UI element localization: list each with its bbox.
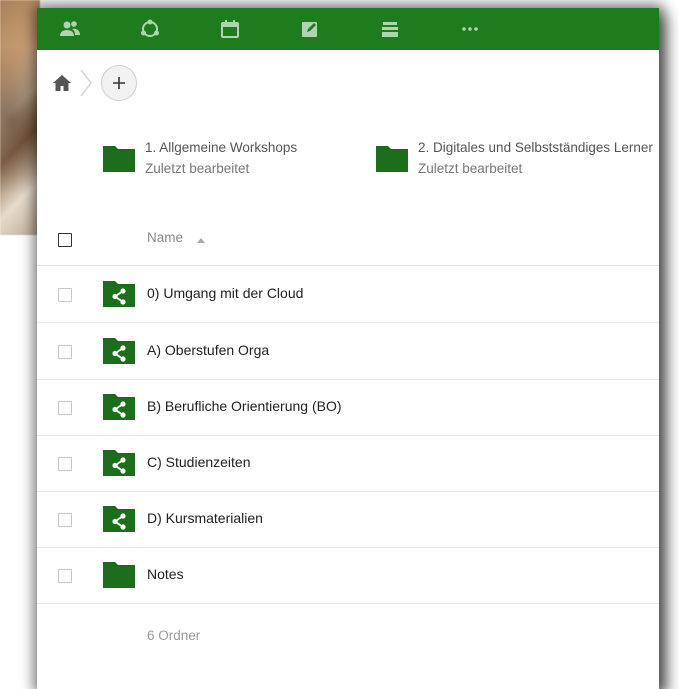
add-new-button[interactable]	[101, 65, 137, 101]
row-checkbox[interactable]	[58, 569, 72, 583]
files-app-window: 1. Allgemeine Workshops Zuletzt bearbeit…	[37, 8, 659, 689]
file-name[interactable]: B) Berufliche Orientierung (BO)	[147, 398, 342, 414]
calendar-icon[interactable]	[219, 18, 241, 40]
deck-icon[interactable]	[379, 18, 401, 40]
background-photo	[0, 0, 40, 235]
breadcrumb	[37, 50, 659, 116]
shared-folder-icon	[103, 394, 135, 420]
file-row[interactable]: A) Oberstufen Orga	[37, 323, 659, 380]
recent-folder-item[interactable]: 1. Allgemeine Workshops Zuletzt bearbeit…	[103, 138, 403, 188]
recent-folder-title: 2. Digitales und Selbstständiges Lerner	[418, 140, 653, 155]
plus-icon	[113, 77, 125, 89]
recent-folders: 1. Allgemeine Workshops Zuletzt bearbeit…	[37, 138, 659, 198]
shared-folder-icon	[103, 281, 135, 307]
file-name[interactable]: D) Kursmaterialien	[147, 510, 263, 526]
file-row[interactable]: 0) Umgang mit der Cloud	[37, 266, 659, 323]
home-icon[interactable]	[53, 74, 71, 92]
select-all-checkbox[interactable]	[58, 233, 72, 247]
file-row[interactable]: B) Berufliche Orientierung (BO)	[37, 379, 659, 436]
more-apps-icon[interactable]	[459, 18, 481, 40]
shared-folder-icon	[103, 450, 135, 476]
row-checkbox[interactable]	[58, 457, 72, 471]
recent-folder-subtitle: Zuletzt bearbeitet	[145, 161, 250, 176]
circles-icon[interactable]	[139, 18, 161, 40]
contacts-icon[interactable]	[59, 18, 81, 40]
column-header-name[interactable]: Name	[147, 230, 183, 245]
file-name[interactable]: A) Oberstufen Orga	[147, 342, 269, 358]
folder-icon	[103, 562, 135, 588]
breadcrumb-separator-icon	[77, 68, 95, 98]
folder-icon	[376, 144, 408, 172]
file-row[interactable]: C) Studienzeiten	[37, 435, 659, 492]
row-checkbox[interactable]	[58, 513, 72, 527]
row-checkbox[interactable]	[58, 345, 72, 359]
file-name[interactable]: 0) Umgang mit der Cloud	[147, 285, 303, 301]
file-row[interactable]: Notes	[37, 547, 659, 604]
file-list-header: Name	[37, 215, 659, 266]
notes-edit-icon[interactable]	[299, 18, 321, 40]
recent-folder-subtitle: Zuletzt bearbeitet	[418, 161, 523, 176]
row-checkbox[interactable]	[58, 401, 72, 415]
recent-folder-title: 1. Allgemeine Workshops	[145, 140, 298, 155]
shared-folder-icon	[103, 338, 135, 364]
file-row[interactable]: D) Kursmaterialien	[37, 491, 659, 548]
folder-icon	[103, 144, 135, 172]
folder-count-summary: 6 Ordner	[147, 628, 201, 643]
shared-folder-icon	[103, 506, 135, 532]
app-header	[37, 8, 659, 50]
recent-folder-item[interactable]: 2. Digitales und Selbstständiges Lerner …	[376, 138, 659, 188]
file-name[interactable]: Notes	[147, 566, 184, 582]
row-checkbox[interactable]	[58, 288, 72, 302]
sort-ascending-icon[interactable]	[197, 237, 205, 243]
file-name[interactable]: C) Studienzeiten	[147, 454, 251, 470]
